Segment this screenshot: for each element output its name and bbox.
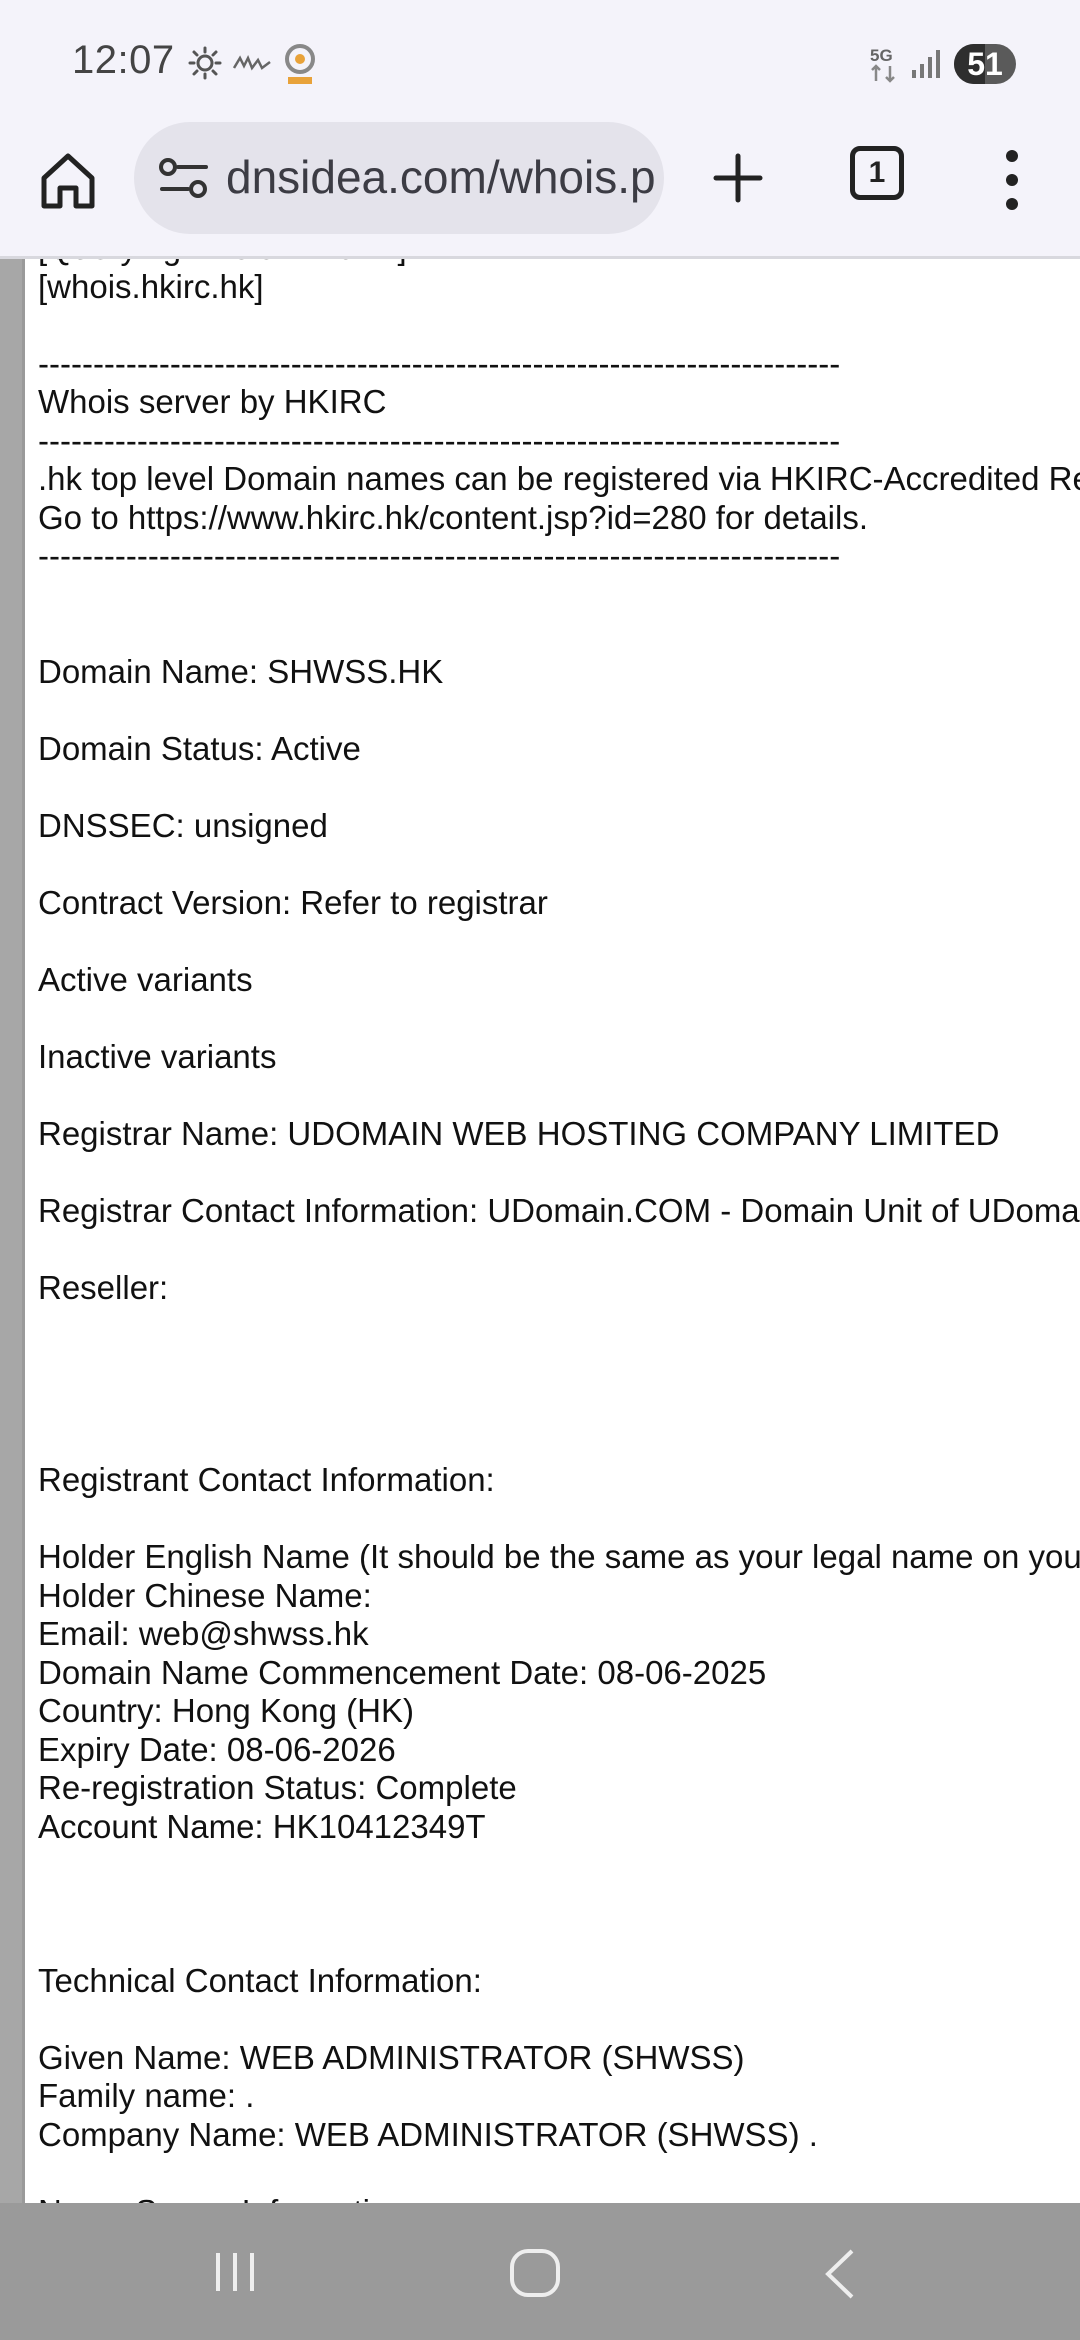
whois-line: Contract Version: Refer to registrar — [38, 883, 548, 921]
whois-line — [38, 1500, 1080, 1539]
web-content[interactable]: [Querying whois.hkirc.hk][whois.hkirc.hk… — [0, 259, 1080, 2203]
whois-line: Expiry Date: 08-06-2026 — [38, 1730, 396, 1768]
whois-line — [38, 691, 1080, 730]
battery-level: 51 — [967, 46, 1003, 82]
whois-line — [38, 1307, 1080, 1346]
whois-line: Account Name: HK10412349T — [38, 1807, 486, 1845]
whois-line: Company Name: WEB ADMINISTRATOR (SHWSS) … — [38, 2115, 818, 2153]
whois-line: Reseller: — [38, 1268, 169, 1306]
whois-line: Registrant Contact Information: — [38, 1461, 495, 1498]
navigation-bar — [0, 2203, 1080, 2340]
status-bar: 12:07 5G 51 — [0, 0, 1080, 122]
home-icon[interactable] — [36, 148, 100, 212]
whois-line: Registrar Contact Information: UDomain.C… — [38, 1191, 1080, 1229]
address-bar[interactable]: dnsidea.com/whois.p — [134, 122, 664, 234]
whois-line: Active variants — [38, 960, 253, 998]
whois-line: Go to https://www.hkirc.hk/content.jsp?i… — [38, 498, 869, 536]
whois-line — [38, 1423, 1080, 1462]
whois-line: Given Name: WEB ADMINISTRATOR (SHWSS) — [38, 2038, 745, 2076]
page-left-border — [22, 259, 25, 2203]
whois-line — [38, 1923, 1080, 1962]
whois-line — [38, 1384, 1080, 1423]
whois-line — [38, 2154, 1080, 2193]
whois-line: Domain Name: SHWSS.HK — [38, 652, 444, 690]
whois-line — [38, 576, 1080, 615]
whois-line — [38, 768, 1080, 807]
mytv-icon — [232, 54, 271, 71]
whois-line — [38, 1346, 1080, 1385]
whois-line — [38, 845, 1080, 884]
signal-icon — [912, 50, 940, 78]
recent-apps-icon[interactable] — [210, 2247, 260, 2297]
whois-line: Technical Contact Information: — [38, 1961, 482, 1999]
tab-switcher-button[interactable]: 1 — [850, 146, 904, 200]
whois-line: Inactive variants — [38, 1037, 277, 1075]
whois-line: Country: Hong Kong (HK) — [38, 1692, 415, 1729]
whois-line — [38, 2000, 1080, 2039]
whois-line: Registrar Name: UDOMAIN WEB HOSTING COMP… — [38, 1114, 1000, 1152]
back-icon[interactable] — [820, 2247, 860, 2301]
whois-line: Email: web@shwss.hk — [38, 1615, 369, 1652]
whois-line: Holder Chinese Name: — [38, 1576, 372, 1614]
battery-icon: 51 — [954, 44, 1016, 84]
whois-line: Holder English Name (It should be the sa… — [38, 1538, 1080, 1575]
whois-line — [38, 1076, 1080, 1115]
whois-line — [38, 306, 1080, 345]
whois-line: Name Server Information: — [38, 2193, 1080, 2204]
whois-line: Domain Name Commencement Date: 08-06-202… — [38, 1653, 767, 1691]
page-left-margin — [0, 259, 22, 2203]
whois-line: Re-registration Status: Complete — [38, 1769, 517, 1806]
new-tab-icon[interactable] — [706, 146, 770, 210]
url-text[interactable]: dnsidea.com/whois.p — [226, 150, 658, 204]
whois-line: ----------------------------------------… — [38, 421, 841, 459]
whois-line — [38, 1153, 1080, 1192]
whois-line — [38, 1230, 1080, 1269]
whois-line — [38, 999, 1080, 1038]
more-menu-icon[interactable] — [990, 146, 1034, 214]
whois-line: ----------------------------------------… — [38, 537, 841, 574]
whois-line — [38, 614, 1080, 653]
whois-line: ----------------------------------------… — [38, 344, 841, 382]
status-time: 12:07 — [72, 38, 175, 82]
svg-text:5G: 5G — [870, 46, 893, 65]
whois-line: Family name: . — [38, 2077, 255, 2114]
whois-line — [38, 1846, 1080, 1885]
whois-line: .hk top level Domain names can be regist… — [38, 460, 1080, 497]
sun-icon — [188, 46, 222, 80]
whois-line: [whois.hkirc.hk] — [38, 267, 264, 305]
home-nav-icon[interactable] — [508, 2247, 562, 2301]
whois-line: Domain Status: Active — [38, 729, 361, 767]
whois-line: Whois server by HKIRC — [38, 383, 387, 420]
whois-result-text: [Querying whois.hkirc.hk][whois.hkirc.hk… — [38, 259, 1080, 2203]
whois-line: [Querying whois.hkirc.hk] — [38, 259, 1080, 268]
network-5g-icon: 5G — [870, 46, 895, 83]
on-cc-icon — [285, 44, 315, 84]
whois-line — [38, 922, 1080, 961]
browser-toolbar: dnsidea.com/whois.p 1 — [0, 122, 1080, 258]
tab-count: 1 — [868, 156, 886, 189]
whois-line: DNSSEC: unsigned — [38, 806, 328, 844]
whois-line — [38, 1885, 1080, 1924]
site-settings-icon[interactable] — [158, 152, 210, 204]
